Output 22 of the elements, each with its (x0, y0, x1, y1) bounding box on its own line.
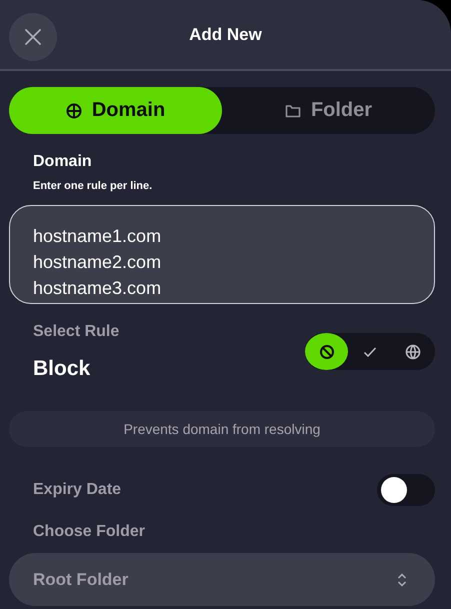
close-button[interactable] (9, 13, 57, 61)
chevron-updown-icon (397, 572, 407, 586)
expiry-toggle[interactable] (377, 474, 435, 506)
field-hint: Enter one rule per line. (33, 180, 154, 192)
tab[interactable]: Domain (9, 87, 222, 134)
rule-value: Block (33, 357, 92, 381)
block-icon (318, 344, 335, 360)
expiry-label: Expiry Date (33, 481, 122, 499)
rule-label: Select Rule (33, 323, 120, 341)
block-option[interactable] (305, 333, 348, 370)
window-title: Add New (189, 24, 262, 44)
field-label: Domain (33, 153, 93, 171)
folder-icon (284, 104, 301, 118)
folder-select[interactable]: Root Folder (9, 553, 435, 606)
rule-description: Prevents domain from resolving (9, 411, 435, 447)
check-icon (362, 346, 377, 358)
domain-field[interactable]: hostname1.com hostname2.com hostname3.com (9, 205, 435, 304)
globe-icon (405, 344, 422, 360)
folder-label: Choose Folder (32, 523, 146, 541)
globe-icon (66, 102, 82, 118)
tab[interactable]: Folder (222, 87, 435, 134)
close-icon (24, 28, 42, 46)
